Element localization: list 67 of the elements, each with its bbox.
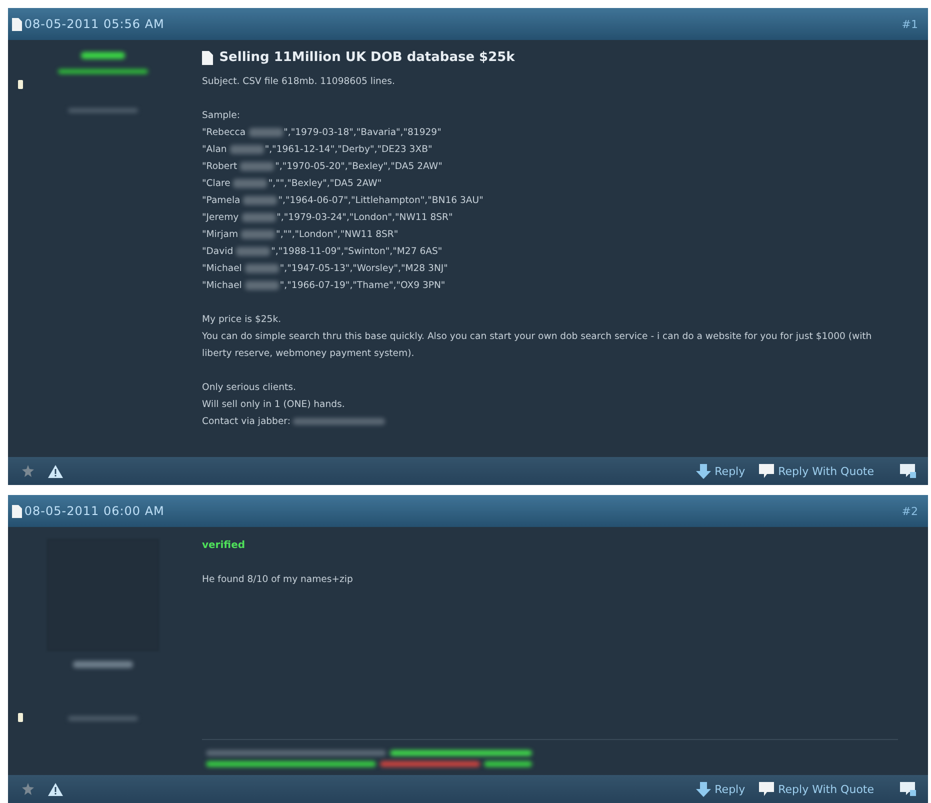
sample-record: ","","London","NW11 8SR" — [276, 228, 398, 242]
blurred-surname — [240, 162, 274, 171]
sample-record: ","1988-11-09","Swinton","M27 6AS" — [271, 245, 442, 259]
post-text: Contact via jabber: — [202, 415, 290, 429]
blurred-surname — [233, 179, 268, 188]
status-icon — [18, 713, 23, 722]
document-icon — [202, 50, 214, 64]
sample-record: ","1966-07-19","Thame","OX9 3PN" — [280, 279, 446, 293]
sample-record: ","1961-12-14","Derby","DE23 3XB" — [264, 143, 432, 157]
post-text: My price is $25k. — [202, 313, 282, 327]
sample-record: ","1970-05-20","Bexley","DA5 2AW" — [275, 160, 442, 174]
sample-name: "Alan — [202, 143, 227, 157]
comment-icon[interactable] — [900, 782, 916, 796]
blurred-username — [73, 661, 133, 668]
sample-record: ","1964-06-07","Littlehampton","BN16 3AU" — [278, 194, 484, 208]
post-text: He found 8/10 of my names+zip — [202, 573, 354, 587]
status-icon — [18, 80, 23, 89]
blurred-post-count — [68, 108, 138, 113]
blurred-surname — [242, 213, 276, 222]
blurred-surname — [230, 145, 264, 154]
blurred-surname — [236, 247, 270, 256]
reply-with-quote-link[interactable]: Reply With Quote — [759, 782, 874, 796]
blurred-surname — [244, 281, 279, 290]
reply-with-quote-link[interactable]: Reply With Quote — [759, 464, 874, 478]
post-text: Subject. CSV file 618mb. 11098605 lines. — [202, 75, 396, 89]
document-icon — [12, 504, 22, 518]
post-text: Will sell only in 1 (ONE) hands. — [202, 398, 346, 412]
sample-name: "Clare — [202, 177, 230, 191]
sample-record: ","","Bexley","DA5 2AW" — [268, 177, 382, 191]
sample-name: "Michael — [202, 279, 242, 293]
sample-name: "Jeremy — [202, 211, 239, 225]
sample-name: "Pamela — [202, 194, 240, 208]
down-arrow-icon — [696, 782, 711, 796]
blurred-post-count — [68, 716, 138, 721]
document-icon — [12, 18, 22, 30]
post-date: 08-05-2011 06:00 AM — [24, 504, 164, 518]
sample-name: "Rebecca — [202, 126, 246, 140]
blurred-surname — [241, 230, 276, 239]
reply-link[interactable]: Reply — [696, 464, 746, 478]
speech-bubble-icon — [759, 782, 774, 796]
sample-name: "Michael — [202, 262, 242, 276]
blurred-surname — [243, 196, 278, 205]
warning-icon[interactable] — [48, 464, 63, 478]
reply-link[interactable]: Reply — [696, 782, 746, 796]
blurred-surname — [248, 128, 283, 137]
sample-record: ","1979-03-24","London","NW11 8SR" — [276, 211, 453, 225]
down-arrow-icon — [696, 464, 711, 478]
post-number[interactable]: #1 — [902, 18, 918, 30]
sample-name: "Robert — [202, 160, 238, 174]
star-icon[interactable] — [22, 465, 34, 477]
comment-icon[interactable] — [900, 464, 916, 478]
post-text: You can do simple search thru this base quickly. Also you can start your own dob search service - i can do a website for you for just $1000 (with liberty reserve, webmoney payment system). — [202, 330, 873, 361]
blurred-surname — [244, 264, 279, 273]
post-date: 08-05-2011 05:56 AM — [24, 17, 164, 31]
post-text: Sample: — [202, 109, 241, 123]
sample-name: "Mirjam — [202, 228, 238, 242]
post-number[interactable]: #2 — [902, 504, 918, 518]
post-title: Selling 11Million UK DOB database $25k — [219, 50, 515, 65]
sample-record: ","1947-05-13","Worsley","M28 3NJ" — [280, 262, 448, 276]
star-icon[interactable] — [22, 783, 34, 795]
warning-icon[interactable] — [48, 782, 63, 796]
sample-name: "David — [202, 245, 234, 259]
post-text: verified — [202, 539, 246, 553]
speech-bubble-icon — [759, 464, 774, 478]
post-text: Only serious clients. — [202, 381, 297, 395]
sample-record: ","1979-03-18","Bavaria","81929" — [284, 126, 442, 140]
blurred-username — [81, 52, 125, 59]
